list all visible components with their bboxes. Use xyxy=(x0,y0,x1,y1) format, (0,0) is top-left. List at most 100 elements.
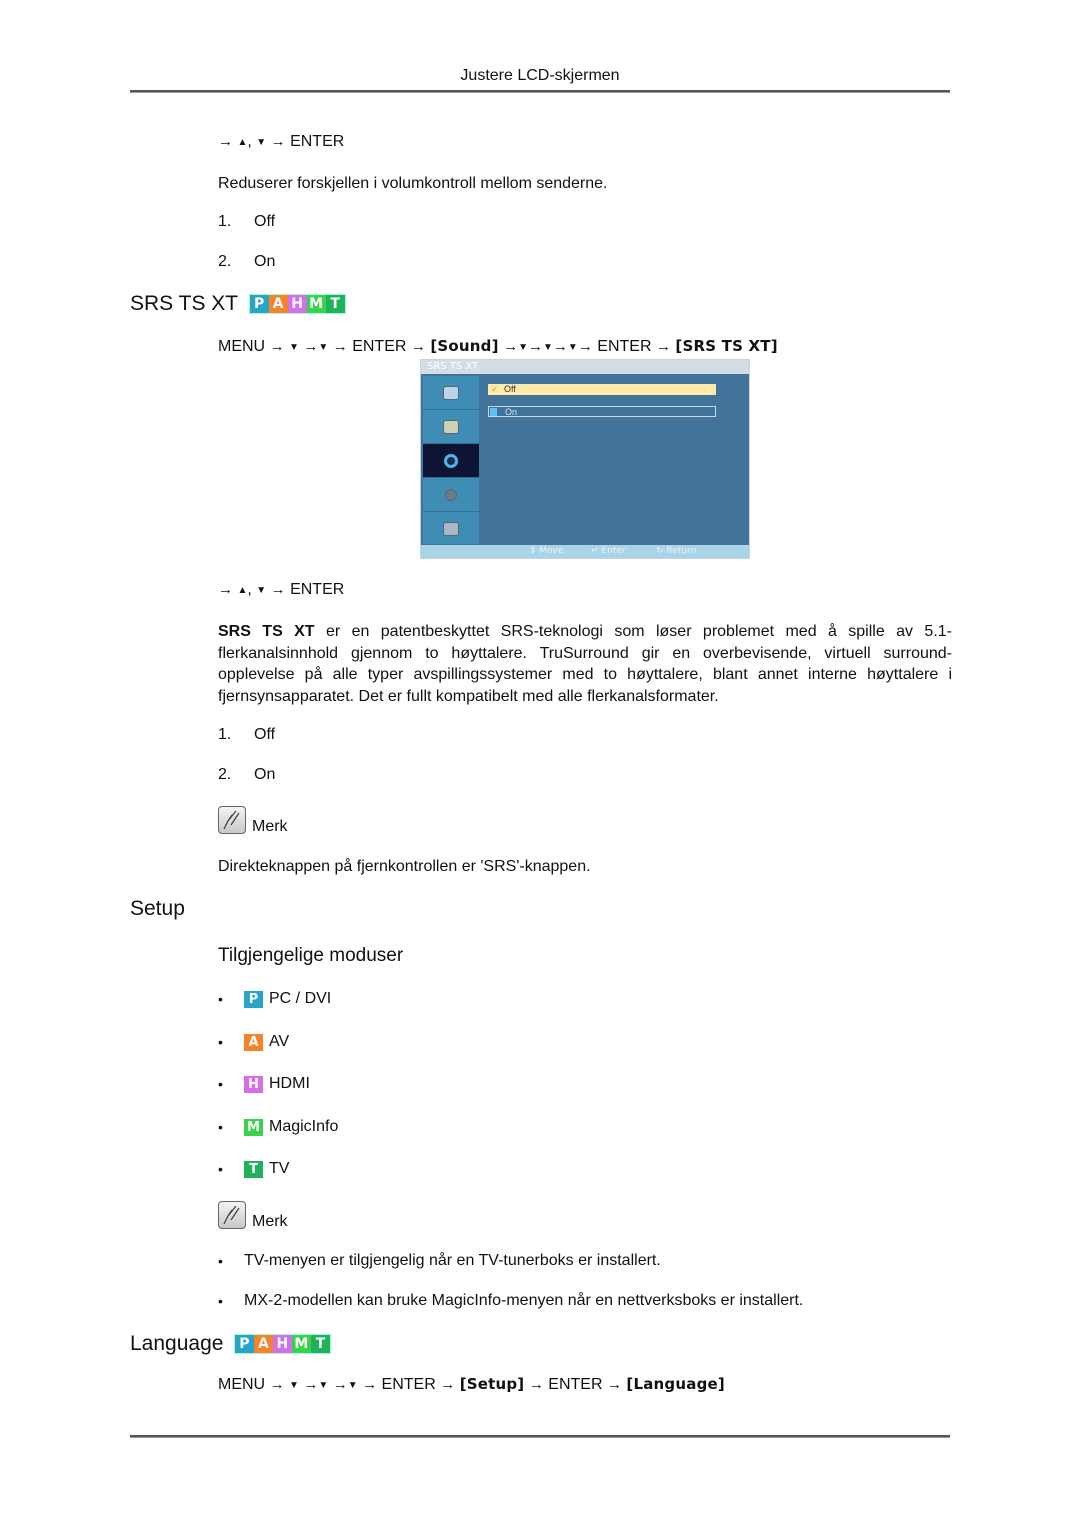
arrow-icon: → xyxy=(503,338,519,355)
arrow-icon: → xyxy=(606,1376,622,1393)
menu-key-label: MENU xyxy=(218,1376,266,1393)
arrow-icon: → xyxy=(577,338,593,355)
enter-key-label: ENTER xyxy=(352,338,407,355)
osd-footer-return-label: Return xyxy=(666,546,697,556)
language-nav-path: MENU → ▼ →▼ →▼ → ENTER → [Setup] → ENTER… xyxy=(218,1375,725,1394)
arrow-icon: → xyxy=(303,338,319,355)
bullet: • xyxy=(218,1034,223,1050)
bullet: • xyxy=(218,1076,223,1092)
mode-list-item: • T TV xyxy=(218,1160,289,1178)
arrow-icon: → xyxy=(655,338,671,355)
av-mode-badge-icon: A xyxy=(268,295,288,313)
volume-description: Reduserer forskjellen i volumkontroll me… xyxy=(218,175,608,192)
note-pencil-icon xyxy=(218,1201,246,1229)
mode-list-item: • P PC / DVI xyxy=(218,990,331,1008)
option-number: 1. xyxy=(218,213,232,230)
mode-badges: P A H M T xyxy=(233,1334,331,1354)
bullet: • xyxy=(218,1161,223,1177)
hdmi-mode-badge-icon: H xyxy=(272,1335,292,1353)
nav-instruction: → ▲, ▼ → ENTER xyxy=(218,581,344,599)
magicinfo-mode-badge-icon: M xyxy=(291,1335,311,1353)
arrow-icon: → xyxy=(270,133,286,150)
osd-footer-return: ↻ Return xyxy=(656,546,697,556)
option-label: Off xyxy=(254,726,276,743)
srs-nav-path: MENU → ▼ →▼ → ENTER → [Sound] →▼→▼→▼→ EN… xyxy=(218,337,778,356)
enter-key-label: ENTER xyxy=(597,338,652,355)
option-number: 2. xyxy=(218,766,232,783)
pc-mode-badge-icon: P xyxy=(234,1335,254,1353)
osd-option-off: ✓ Off xyxy=(488,384,716,395)
osd-footer-move-label: Move xyxy=(539,546,564,556)
down-triangle-icon: ▼ xyxy=(567,342,578,353)
mode-label: HDMI xyxy=(269,1075,310,1092)
up-triangle-icon: ▲ xyxy=(237,585,248,596)
option-number: 1. xyxy=(218,726,232,743)
arrow-icon: → xyxy=(362,1376,378,1393)
pc-mode-badge-icon: P xyxy=(244,990,263,1008)
language-heading: Language P A H M T xyxy=(130,1332,331,1356)
option-item: 2. On xyxy=(218,766,275,784)
srs-term: SRS TS XT xyxy=(218,623,315,640)
down-triangle-icon: ▼ xyxy=(318,342,329,353)
mode-label: TV xyxy=(269,1160,290,1177)
option-label: On xyxy=(254,253,276,270)
note-list-item: • TV-menyen er tilgjengelig når en TV-tun… xyxy=(218,1252,661,1270)
footer-rule xyxy=(130,1435,950,1438)
sound-setup-icon xyxy=(423,410,479,444)
nav-instruction: → ▲, ▼ → ENTER xyxy=(218,133,344,151)
osd-footer-move: ⇕ Move xyxy=(529,546,564,556)
note-term: MagicInfo xyxy=(431,1292,502,1309)
srs-heading: SRS TS XT P A H M T xyxy=(130,292,346,316)
option-number: 2. xyxy=(218,253,232,270)
multi-control-icon xyxy=(423,512,479,545)
arrow-icon: → xyxy=(410,338,426,355)
osd-footer-enter: ↵ Enter xyxy=(591,546,626,556)
option-item: 1. Off xyxy=(218,726,275,744)
check-icon: ✓ xyxy=(491,384,499,394)
note-label: Merk xyxy=(252,818,288,835)
magicinfo-mode-badge-icon: M xyxy=(306,295,326,313)
tv-mode-badge-icon: T xyxy=(310,1335,330,1353)
osd-footer-enter-label: Enter xyxy=(601,546,626,556)
cursor-marker-icon xyxy=(490,408,497,416)
separator: , xyxy=(247,581,252,598)
mode-list-item: • H HDMI xyxy=(218,1075,310,1093)
osd-option-label: Off xyxy=(504,384,516,394)
arrow-icon: → xyxy=(218,581,233,598)
note-text: MX-2-modellen kan bruke xyxy=(244,1292,432,1309)
av-mode-badge-icon: A xyxy=(244,1033,263,1051)
option-item: 2. On xyxy=(218,253,275,271)
hdmi-mode-badge-icon: H xyxy=(287,295,307,313)
arrow-icon: → xyxy=(303,1376,319,1393)
tv-mode-badge-icon: T xyxy=(325,295,345,313)
down-triangle-icon: ▼ xyxy=(289,342,299,353)
bullet: • xyxy=(218,1119,223,1135)
language-title: Language xyxy=(130,1332,224,1355)
av-mode-badge-icon: A xyxy=(253,1335,273,1353)
down-triangle-icon: ▼ xyxy=(256,137,267,148)
down-triangle-icon: ▼ xyxy=(543,342,553,353)
mode-list-item: • M MagicInfo xyxy=(218,1118,338,1136)
osd-title: SRS TS XT xyxy=(421,360,749,374)
arrow-icon: → xyxy=(270,581,286,598)
note-heading: Merk xyxy=(218,1201,288,1231)
srs-description: SRS TS XT er en patentbeskyttet SRS-tekn… xyxy=(218,621,952,707)
available-modes-title: Tilgjengelige moduser xyxy=(218,945,404,966)
osd-footer: ⇕ Move ↵ Enter ↻ Return xyxy=(421,545,749,558)
arrow-icon: → xyxy=(528,1376,544,1393)
magicinfo-mode-badge-icon: M xyxy=(244,1118,263,1136)
note-term: TV xyxy=(244,1252,264,1269)
sound-menu-label: [Sound] xyxy=(430,337,499,355)
note-list-item: • MX-2-modellen kan bruke MagicInfo-menye… xyxy=(218,1292,803,1310)
tv-mode-badge-icon: T xyxy=(244,1160,263,1178)
osd-sidebar xyxy=(423,376,479,544)
arrow-icon: → xyxy=(552,338,568,355)
mode-list-item: • A AV xyxy=(218,1033,289,1051)
setup-gear-icon xyxy=(423,478,479,512)
hdmi-mode-badge-icon: H xyxy=(244,1075,263,1093)
arrow-icon: → xyxy=(269,338,285,355)
option-label: On xyxy=(254,766,276,783)
arrow-icon: → xyxy=(528,338,544,355)
osd-option-label: On xyxy=(505,407,518,417)
enter-key-label: ENTER xyxy=(290,581,345,598)
